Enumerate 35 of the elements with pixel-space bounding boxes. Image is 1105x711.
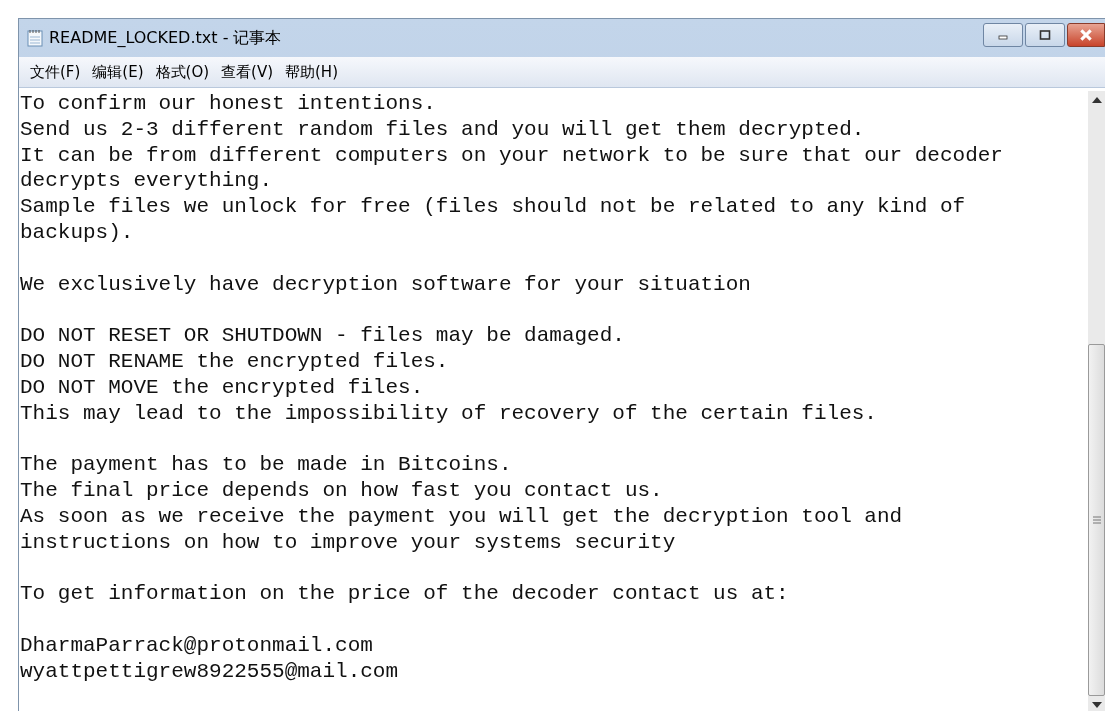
close-button[interactable] xyxy=(1067,23,1105,47)
text-line: decrypts everything. xyxy=(20,168,273,195)
text-line: DO NOT RENAME the encrypted files. xyxy=(20,348,449,375)
menu-item[interactable]: 帮助(H) xyxy=(280,60,343,84)
notepad-icon xyxy=(27,29,43,47)
text-line: DharmaParrack@protonmail.com xyxy=(20,632,373,659)
menu-item[interactable]: 编辑(E) xyxy=(87,60,149,84)
text-line: Sample files we unlock for free (files should not be related to any kind of xyxy=(20,194,966,220)
text-line: wyattpettigrew8922555@mail.com xyxy=(20,658,399,685)
menu-item[interactable]: 查看(V) xyxy=(216,60,278,84)
text-line: We exclusively have decryption software for your situation xyxy=(20,271,751,298)
text-line: Send us 2-3 different random files and you will get them decrypted. xyxy=(20,116,865,143)
text-line: The payment has to be made in Bitcoins. xyxy=(20,452,512,478)
maximize-icon xyxy=(1039,30,1051,40)
menu-item[interactable]: 文件(F) xyxy=(25,60,86,84)
text-line: backups). xyxy=(20,220,134,246)
menu-item[interactable]: 格式(O) xyxy=(150,60,215,84)
text-line: To confirm our honest intentions. xyxy=(20,91,436,117)
text-line: DO NOT RESET OR SHUTDOWN - files may be damaged. xyxy=(20,323,625,349)
scroll-up-icon[interactable] xyxy=(1091,97,1102,103)
minimize-button[interactable] xyxy=(983,23,1023,47)
scroll-thumb[interactable] xyxy=(1088,344,1105,696)
grip-icon xyxy=(1092,516,1101,524)
text-line: To get information on the price of the decoder contact us at: xyxy=(20,581,789,607)
close-icon xyxy=(1079,29,1093,41)
text-line: It can be from different computers on your network to be sure that our decoder xyxy=(20,142,1003,169)
text-line: The final price depends on how fast you contact us. xyxy=(20,477,663,504)
window-title: README_LOCKED.txt - 记事本 xyxy=(49,27,283,49)
scroll-down-icon[interactable] xyxy=(1091,702,1102,708)
vertical-scrollbar[interactable] xyxy=(1088,91,1105,711)
maximize-button[interactable] xyxy=(1025,23,1065,47)
text-line: As soon as we receive the payment you will get the decryption tool and xyxy=(20,503,903,530)
text-line: This may lead to the impossibility of recovery of the certain files. xyxy=(20,400,877,427)
text-line: instructions on how to improve your systems security xyxy=(20,529,676,556)
text-line: DO NOT MOVE the encrypted files. xyxy=(20,374,424,401)
